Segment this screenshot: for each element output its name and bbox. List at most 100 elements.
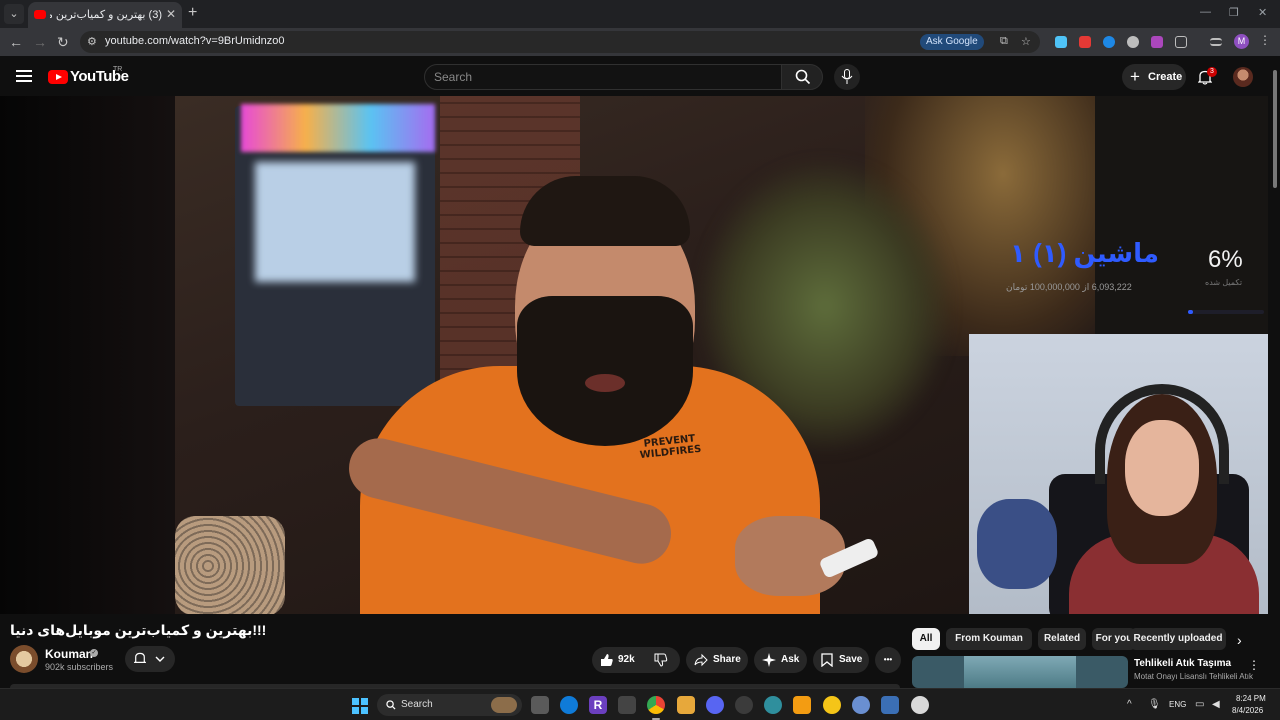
search-button[interactable]	[781, 64, 823, 90]
account-avatar[interactable]	[1233, 67, 1253, 87]
app-check-icon[interactable]	[764, 696, 782, 714]
tray-overflow-icon[interactable]: ^	[1127, 699, 1132, 710]
app-coin-icon[interactable]	[823, 696, 841, 714]
app-clock-icon[interactable]	[735, 696, 753, 714]
extension-grey-icon[interactable]	[1127, 36, 1139, 48]
player-letterbox	[0, 96, 175, 614]
chip-all[interactable]: All	[912, 628, 940, 650]
share-label: Share	[713, 654, 741, 665]
tab-search-button[interactable]: ⌄	[4, 4, 24, 24]
like-count: 92k	[618, 654, 635, 665]
search-box[interactable]	[424, 64, 782, 90]
network-icon[interactable]: ▭	[1195, 699, 1204, 710]
microphone-tray-icon[interactable]: 🎙	[1148, 699, 1161, 710]
youtube-favicon-icon	[34, 10, 46, 19]
discord-icon[interactable]	[706, 696, 724, 714]
new-tab-button[interactable]: +	[188, 4, 197, 22]
video-frame[interactable]: PREVENT WILDFIRES	[175, 96, 1095, 614]
ask-label: Ask	[781, 654, 800, 665]
taskbar-search[interactable]: Search	[377, 694, 522, 716]
volume-icon[interactable]: ◀	[1212, 699, 1220, 710]
save-button[interactable]: Save	[813, 647, 869, 673]
share-button[interactable]: Share	[686, 647, 748, 673]
page-scrollbar-thumb[interactable]	[1273, 70, 1277, 188]
channel-name[interactable]: Kouman	[45, 647, 93, 661]
chrome-menu-icon[interactable]: ⋮	[1259, 33, 1271, 47]
extension-blue-icon[interactable]	[1103, 36, 1115, 48]
steam-icon[interactable]	[881, 696, 899, 714]
active-tab[interactable]: (3) بهترین و کمیاب‌ترین موبایل‌های ✕	[28, 2, 182, 28]
thumbs-down-icon	[654, 653, 668, 667]
donation-done-label: تکمیل شده	[1205, 278, 1243, 287]
chip-related[interactable]: Related	[1038, 628, 1086, 650]
reading-list-icon[interactable]	[1210, 38, 1222, 46]
youtube-logo-icon[interactable]	[48, 70, 68, 84]
chip-recently-uploaded[interactable]: Recently uploaded	[1130, 628, 1226, 650]
microphone-icon	[841, 69, 853, 84]
extension-purple-icon[interactable]	[1151, 36, 1163, 48]
reload-button[interactable]: ↻	[57, 33, 69, 51]
tab-close-icon[interactable]: ✕	[166, 7, 176, 21]
search-input[interactable]	[434, 70, 754, 84]
minimize-button[interactable]: —	[1200, 6, 1211, 18]
file-explorer-icon[interactable]	[677, 696, 695, 714]
save-label: Save	[839, 654, 863, 665]
person-beard	[517, 296, 693, 446]
task-view-icon[interactable]	[531, 696, 549, 714]
edge-icon[interactable]	[560, 696, 578, 714]
extensions-puzzle-icon[interactable]	[1175, 36, 1187, 48]
install-app-icon[interactable]: ⧉	[1000, 35, 1008, 48]
youtube-header: YouTube TR + Create 3	[0, 58, 1268, 96]
streamer-webcam	[969, 334, 1268, 614]
recommendation-thumbnail[interactable]	[912, 656, 1128, 688]
app-orb-icon[interactable]	[852, 696, 870, 714]
like-button[interactable]: 92k	[592, 647, 680, 673]
notification-preference-button[interactable]	[125, 646, 175, 672]
tab-title: (3) بهترین و کمیاب‌ترین موبایل‌های	[50, 9, 162, 21]
guide-menu-icon[interactable]	[16, 70, 32, 82]
address-bar[interactable]: ⚙ youtube.com/watch?v=9BrUmidnzo0 Ask Go…	[80, 31, 1040, 53]
person-mouth	[585, 374, 625, 392]
app-r-icon[interactable]: R	[589, 696, 607, 714]
back-button[interactable]: ←	[9, 33, 23, 51]
search-highlight-icon	[491, 697, 517, 713]
app-cube-icon[interactable]	[618, 696, 636, 714]
bookmark-star-icon[interactable]: ☆	[1021, 35, 1031, 48]
browser-tab-bar: ⌄ (3) بهترین و کمیاب‌ترین موبایل‌های ✕ +…	[0, 0, 1280, 28]
extension-screen-icon[interactable]	[1079, 36, 1091, 48]
donation-title: ماشین (۱) ۱	[1010, 238, 1159, 268]
input-language[interactable]: ENG	[1169, 700, 1186, 709]
channel-avatar[interactable]	[10, 645, 38, 673]
ask-button[interactable]: Ask	[754, 647, 807, 673]
app-m-icon[interactable]	[793, 696, 811, 714]
more-actions-button[interactable]: •••	[875, 647, 901, 673]
ask-google-button[interactable]: Ask Google	[920, 34, 984, 50]
extension-translate-icon[interactable]	[1055, 36, 1067, 48]
country-code: TR	[113, 66, 123, 73]
recommendation-menu-icon[interactable]: ⋮	[1248, 658, 1260, 672]
restore-button[interactable]: ❐	[1229, 6, 1239, 19]
page-scrollbar[interactable]	[1270, 58, 1280, 688]
recommendation-title[interactable]: Tehlikeli Atık Taşıma	[1134, 658, 1231, 669]
chrome-icon[interactable]	[647, 696, 665, 714]
taskbar-search-label: Search	[401, 699, 433, 710]
donation-progress-bar	[1188, 310, 1264, 314]
bell-icon	[134, 652, 146, 663]
clock-date[interactable]: 8/4/2026	[1232, 706, 1263, 715]
voice-search-button[interactable]	[834, 64, 860, 90]
chevron-right-icon[interactable]: ›	[1237, 632, 1242, 648]
create-label: Create	[1148, 71, 1183, 83]
video-player[interactable]: PREVENT WILDFIRES 6% تکمیل شده ماشین (۱)…	[0, 96, 1268, 614]
url-text[interactable]: youtube.com/watch?v=9BrUmidnzo0	[105, 35, 284, 47]
windows-start-icon[interactable]	[352, 698, 368, 714]
window-close-button[interactable]: ✕	[1258, 6, 1267, 19]
profile-avatar[interactable]: M	[1234, 34, 1249, 49]
forward-button[interactable]: →	[33, 33, 47, 51]
chip-from-kouman[interactable]: From Kouman	[946, 628, 1032, 650]
subscriber-count: 902k subscribers	[45, 662, 114, 672]
site-info-icon[interactable]: ⚙	[87, 35, 97, 48]
create-button[interactable]: + Create	[1122, 64, 1186, 90]
media-player-icon[interactable]	[911, 696, 929, 714]
donation-progress-fill	[1188, 310, 1193, 314]
clock-time[interactable]: 8:24 PM	[1236, 694, 1266, 703]
